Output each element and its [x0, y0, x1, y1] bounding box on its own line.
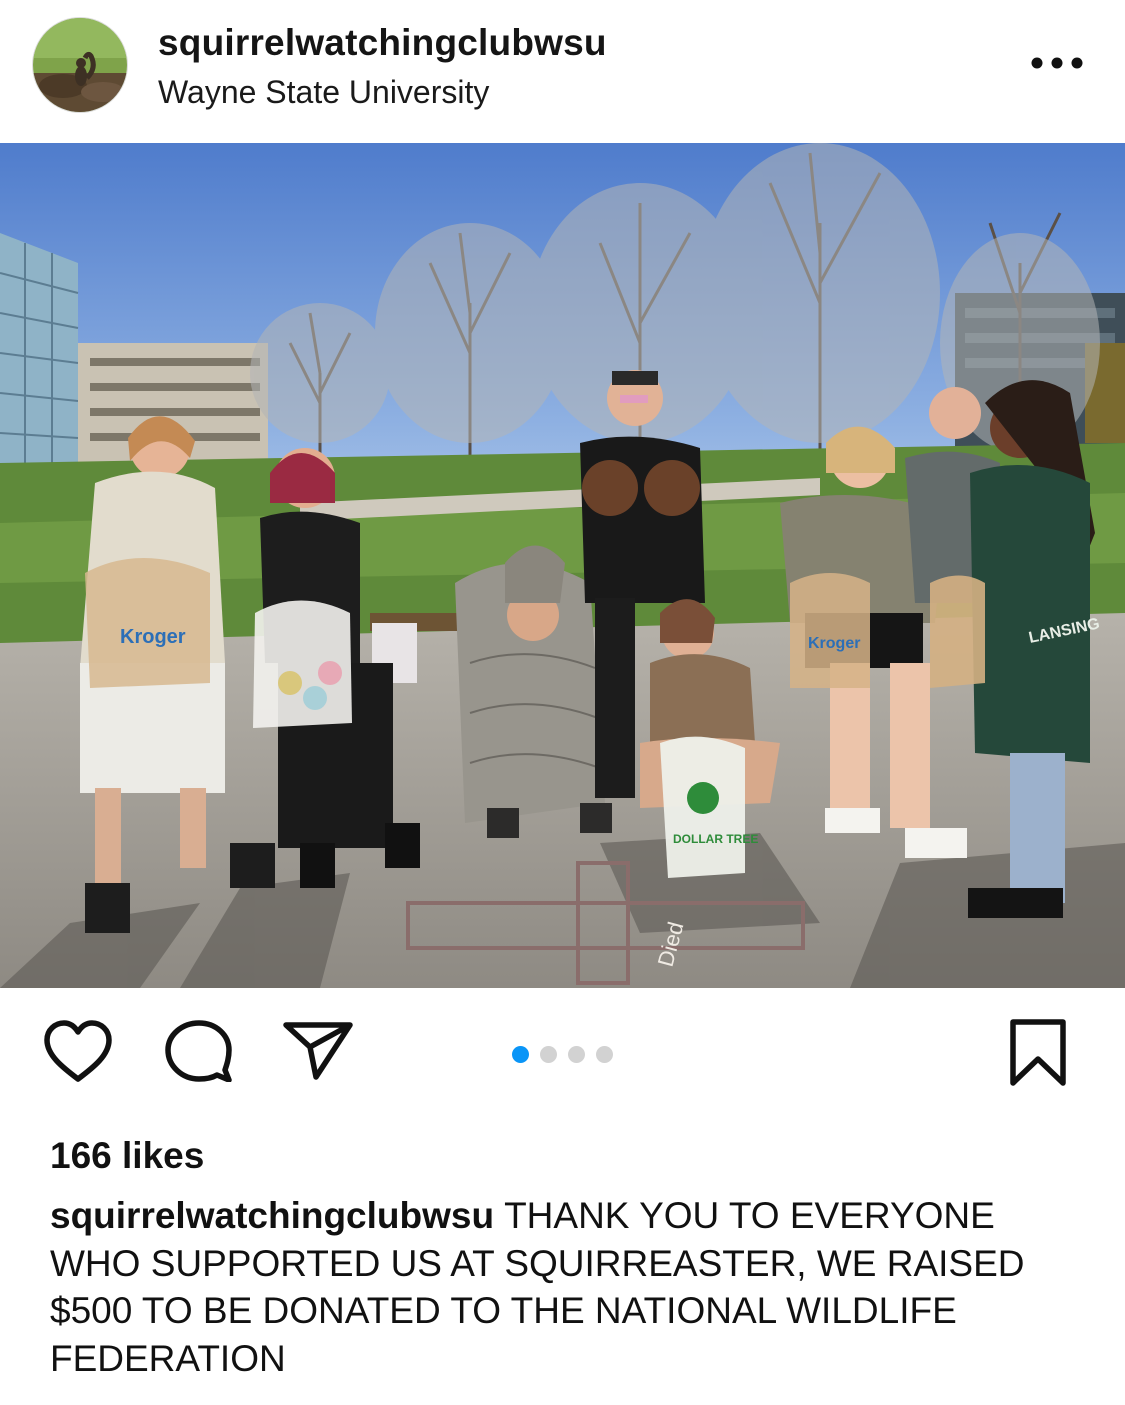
- dollar-tree-bag-label: DOLLAR TREE: [673, 832, 758, 846]
- post-location[interactable]: Wayne State University: [158, 74, 489, 111]
- post-username[interactable]: squirrelwatchingclubwsu: [158, 22, 607, 64]
- carousel-dot: [540, 1046, 557, 1063]
- post-photo[interactable]: Died Kroger DOLLAR TREE LANSING Kroger: [0, 143, 1125, 988]
- kroger-bag-label-1: Kroger: [120, 626, 186, 648]
- squirrel-avatar-icon: [33, 18, 127, 112]
- bookmark-icon: [1010, 1019, 1066, 1086]
- like-count[interactable]: 166 likes: [50, 1135, 204, 1177]
- carousel-dot: [596, 1046, 613, 1063]
- group-photo: Died Kroger DOLLAR TREE LANSING Kroger: [0, 143, 1125, 988]
- account-avatar[interactable]: [33, 18, 127, 112]
- more-options-button[interactable]: [1025, 45, 1089, 81]
- kroger-bag-label-2: Kroger: [808, 635, 860, 652]
- post-caption: squirrelwatchingclubwsu THANK YOU TO EVER…: [50, 1192, 1090, 1382]
- caption-username[interactable]: squirrelwatchingclubwsu: [50, 1195, 494, 1236]
- carousel-indicator: [0, 1046, 1125, 1063]
- carousel-dot-active: [512, 1046, 529, 1063]
- more-horizontal-icon: [1031, 57, 1083, 69]
- action-bar: [0, 988, 1125, 1118]
- carousel-dot: [568, 1046, 585, 1063]
- save-button[interactable]: [1007, 1018, 1069, 1088]
- post-header: squirrelwatchingclubwsu Wayne State Univ…: [0, 0, 1125, 143]
